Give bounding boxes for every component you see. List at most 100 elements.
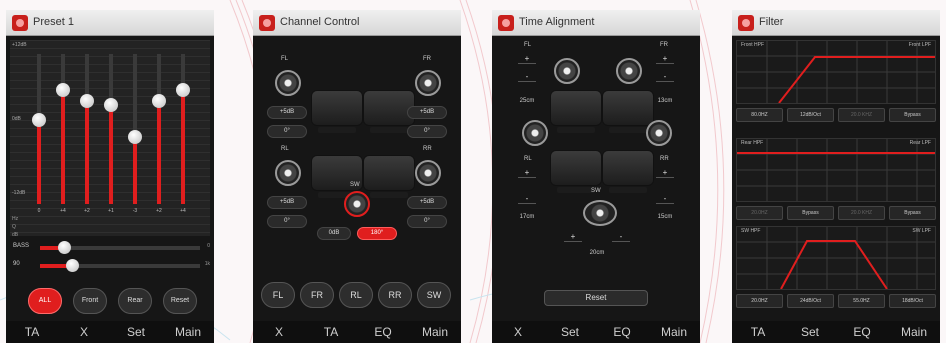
time-alignment-screen: Time Alignment FL + - 25cm FR + - 13cm R… xyxy=(492,10,700,343)
nav-set[interactable]: Set xyxy=(110,321,162,343)
nav-set[interactable]: Set xyxy=(544,321,596,343)
front-lpf-freq[interactable]: 20.0 KHZ xyxy=(838,108,885,122)
sw-hpf-freq[interactable]: 20.0HZ xyxy=(736,294,783,308)
rear-filter-graph: Rear HPF Rear LPF xyxy=(736,138,936,202)
nav-x[interactable]: X xyxy=(253,321,305,343)
second-slider[interactable]: 90 1k xyxy=(10,259,210,272)
front-filter-controls: 80.0HZ 12dB/Oct 20.0 KHZ Bypass xyxy=(736,108,936,122)
eq-band-knob[interactable] xyxy=(80,93,94,108)
fl-speaker-icon[interactable] xyxy=(554,58,580,84)
rl-speaker-icon[interactable] xyxy=(522,120,548,146)
eq-band-gain: +2 xyxy=(156,208,162,214)
reset-button[interactable]: Reset xyxy=(163,288,197,314)
rear-lpf-slope[interactable]: Bypass xyxy=(889,206,936,220)
filter-screen: Filter Front HPF Front LPF 80.0HZ 12dB/O… xyxy=(732,10,940,343)
eq-screen: Preset 1 +12dB 0dB -12dB 0 +4 +2 +1 -3 +2 +4 H… xyxy=(6,10,214,343)
sw-speaker-icon[interactable] xyxy=(583,200,617,226)
reset-button[interactable]: Reset xyxy=(544,290,648,306)
rl-phase[interactable]: 0° xyxy=(267,215,307,228)
nav-ta[interactable]: TA xyxy=(6,321,58,343)
eq-band-knob[interactable] xyxy=(104,98,118,112)
fl-speaker-icon[interactable] xyxy=(275,70,301,96)
rear-hpf-freq[interactable]: 20.0HZ xyxy=(736,206,783,220)
nav-main[interactable]: Main xyxy=(888,321,940,343)
front-hpf-freq[interactable]: 80.0HZ xyxy=(736,108,783,122)
nav-main[interactable]: Main xyxy=(648,321,700,343)
fl-plus[interactable]: + xyxy=(518,54,536,64)
nav-eq[interactable]: EQ xyxy=(357,321,409,343)
sw-speaker-icon[interactable] xyxy=(344,191,370,217)
fl-gain[interactable]: +5dB xyxy=(267,106,307,119)
rr-speaker-icon[interactable] xyxy=(415,160,441,186)
fr-gain[interactable]: +5dB xyxy=(407,106,447,119)
eq-band-slider[interactable]: +2 xyxy=(80,40,94,236)
ch-rr-button[interactable]: RR xyxy=(378,282,412,308)
fr-minus[interactable]: - xyxy=(656,72,674,82)
ch-fl-button[interactable]: FL xyxy=(261,282,295,308)
rear-button[interactable]: Rear xyxy=(118,288,152,314)
eq-band-slider[interactable]: +4 xyxy=(176,40,190,236)
all-button[interactable]: ALL xyxy=(28,288,62,314)
second-knob[interactable] xyxy=(66,259,79,272)
ch-fr-button[interactable]: FR xyxy=(300,282,334,308)
rl-plus[interactable]: + xyxy=(518,168,536,178)
sw-lpf-freq[interactable]: 55.0HZ xyxy=(838,294,885,308)
sw-minus[interactable]: - xyxy=(612,232,630,242)
rr-phase[interactable]: 0° xyxy=(407,215,447,228)
eq-band-knob[interactable] xyxy=(152,93,166,108)
nav-main[interactable]: Main xyxy=(162,321,214,343)
sw-hpf-slope[interactable]: 24dB/Oct xyxy=(787,294,834,308)
eq-band-slider[interactable]: +4 xyxy=(56,40,70,236)
eq-band-knob[interactable] xyxy=(176,83,190,97)
front-hpf-slope[interactable]: 12dB/Oct xyxy=(787,108,834,122)
bass-slider[interactable]: BASS 0 xyxy=(10,241,210,254)
rl-minus[interactable]: - xyxy=(518,194,536,204)
sw-plus[interactable]: + xyxy=(564,232,582,242)
eq-band-slider[interactable]: -3 xyxy=(128,40,142,236)
fr-phase[interactable]: 0° xyxy=(407,125,447,138)
front-button[interactable]: Front xyxy=(73,288,107,314)
rl-speaker-icon[interactable] xyxy=(275,160,301,186)
app-logo-icon xyxy=(738,15,754,31)
nav-ta[interactable]: TA xyxy=(305,321,357,343)
eq-band-knob[interactable] xyxy=(32,113,46,127)
rear-hpf-slope[interactable]: Bypass xyxy=(787,206,834,220)
sw-lpf-slope[interactable]: 18dB/Oct xyxy=(889,294,936,308)
eq-band-slider[interactable]: +2 xyxy=(152,40,166,236)
eq-band-gain: 0 xyxy=(37,208,41,214)
fr-speaker-icon[interactable] xyxy=(616,58,642,84)
nav-eq[interactable]: EQ xyxy=(596,321,648,343)
rr-plus[interactable]: + xyxy=(656,168,674,178)
sw-gain[interactable]: 0dB xyxy=(317,227,351,240)
fr-speaker-icon[interactable] xyxy=(415,70,441,96)
sw-filter-graph: SW HPF SW LPF xyxy=(736,226,936,290)
nav-eq[interactable]: EQ xyxy=(836,321,888,343)
rr-gain[interactable]: +5dB xyxy=(407,196,447,209)
ch-sw-button[interactable]: SW xyxy=(417,282,451,308)
ch-rl-button[interactable]: RL xyxy=(339,282,373,308)
fl-label: FL xyxy=(281,56,289,62)
bass-knob[interactable] xyxy=(58,241,71,254)
eq-band-knob[interactable] xyxy=(128,129,142,144)
eq-band-slider[interactable]: 0 xyxy=(32,40,46,236)
eq-band-slider[interactable]: +1 xyxy=(104,40,118,236)
eq-band-knob[interactable] xyxy=(56,83,70,97)
fr-plus[interactable]: + xyxy=(656,54,674,64)
front-lpf-slope[interactable]: Bypass xyxy=(889,108,936,122)
nav-ta[interactable]: TA xyxy=(732,321,784,343)
nav-main[interactable]: Main xyxy=(409,321,461,343)
front-left-seat xyxy=(550,90,602,133)
rr-speaker-icon[interactable] xyxy=(646,120,672,146)
second-label: 90 xyxy=(13,261,20,267)
fl-minus[interactable]: - xyxy=(518,72,536,82)
nav-x[interactable]: X xyxy=(58,321,110,343)
sw-phase[interactable]: 180° xyxy=(357,227,397,240)
time-bottom-nav: X Set EQ Main xyxy=(492,321,700,343)
nav-set[interactable]: Set xyxy=(784,321,836,343)
rr-minus[interactable]: - xyxy=(656,194,674,204)
nav-x[interactable]: X xyxy=(492,321,544,343)
fl-phase[interactable]: 0° xyxy=(267,125,307,138)
rl-gain[interactable]: +5dB xyxy=(267,196,307,209)
fl-distance: 25cm xyxy=(519,98,535,104)
rear-lpf-freq[interactable]: 20.0 KHZ xyxy=(838,206,885,220)
